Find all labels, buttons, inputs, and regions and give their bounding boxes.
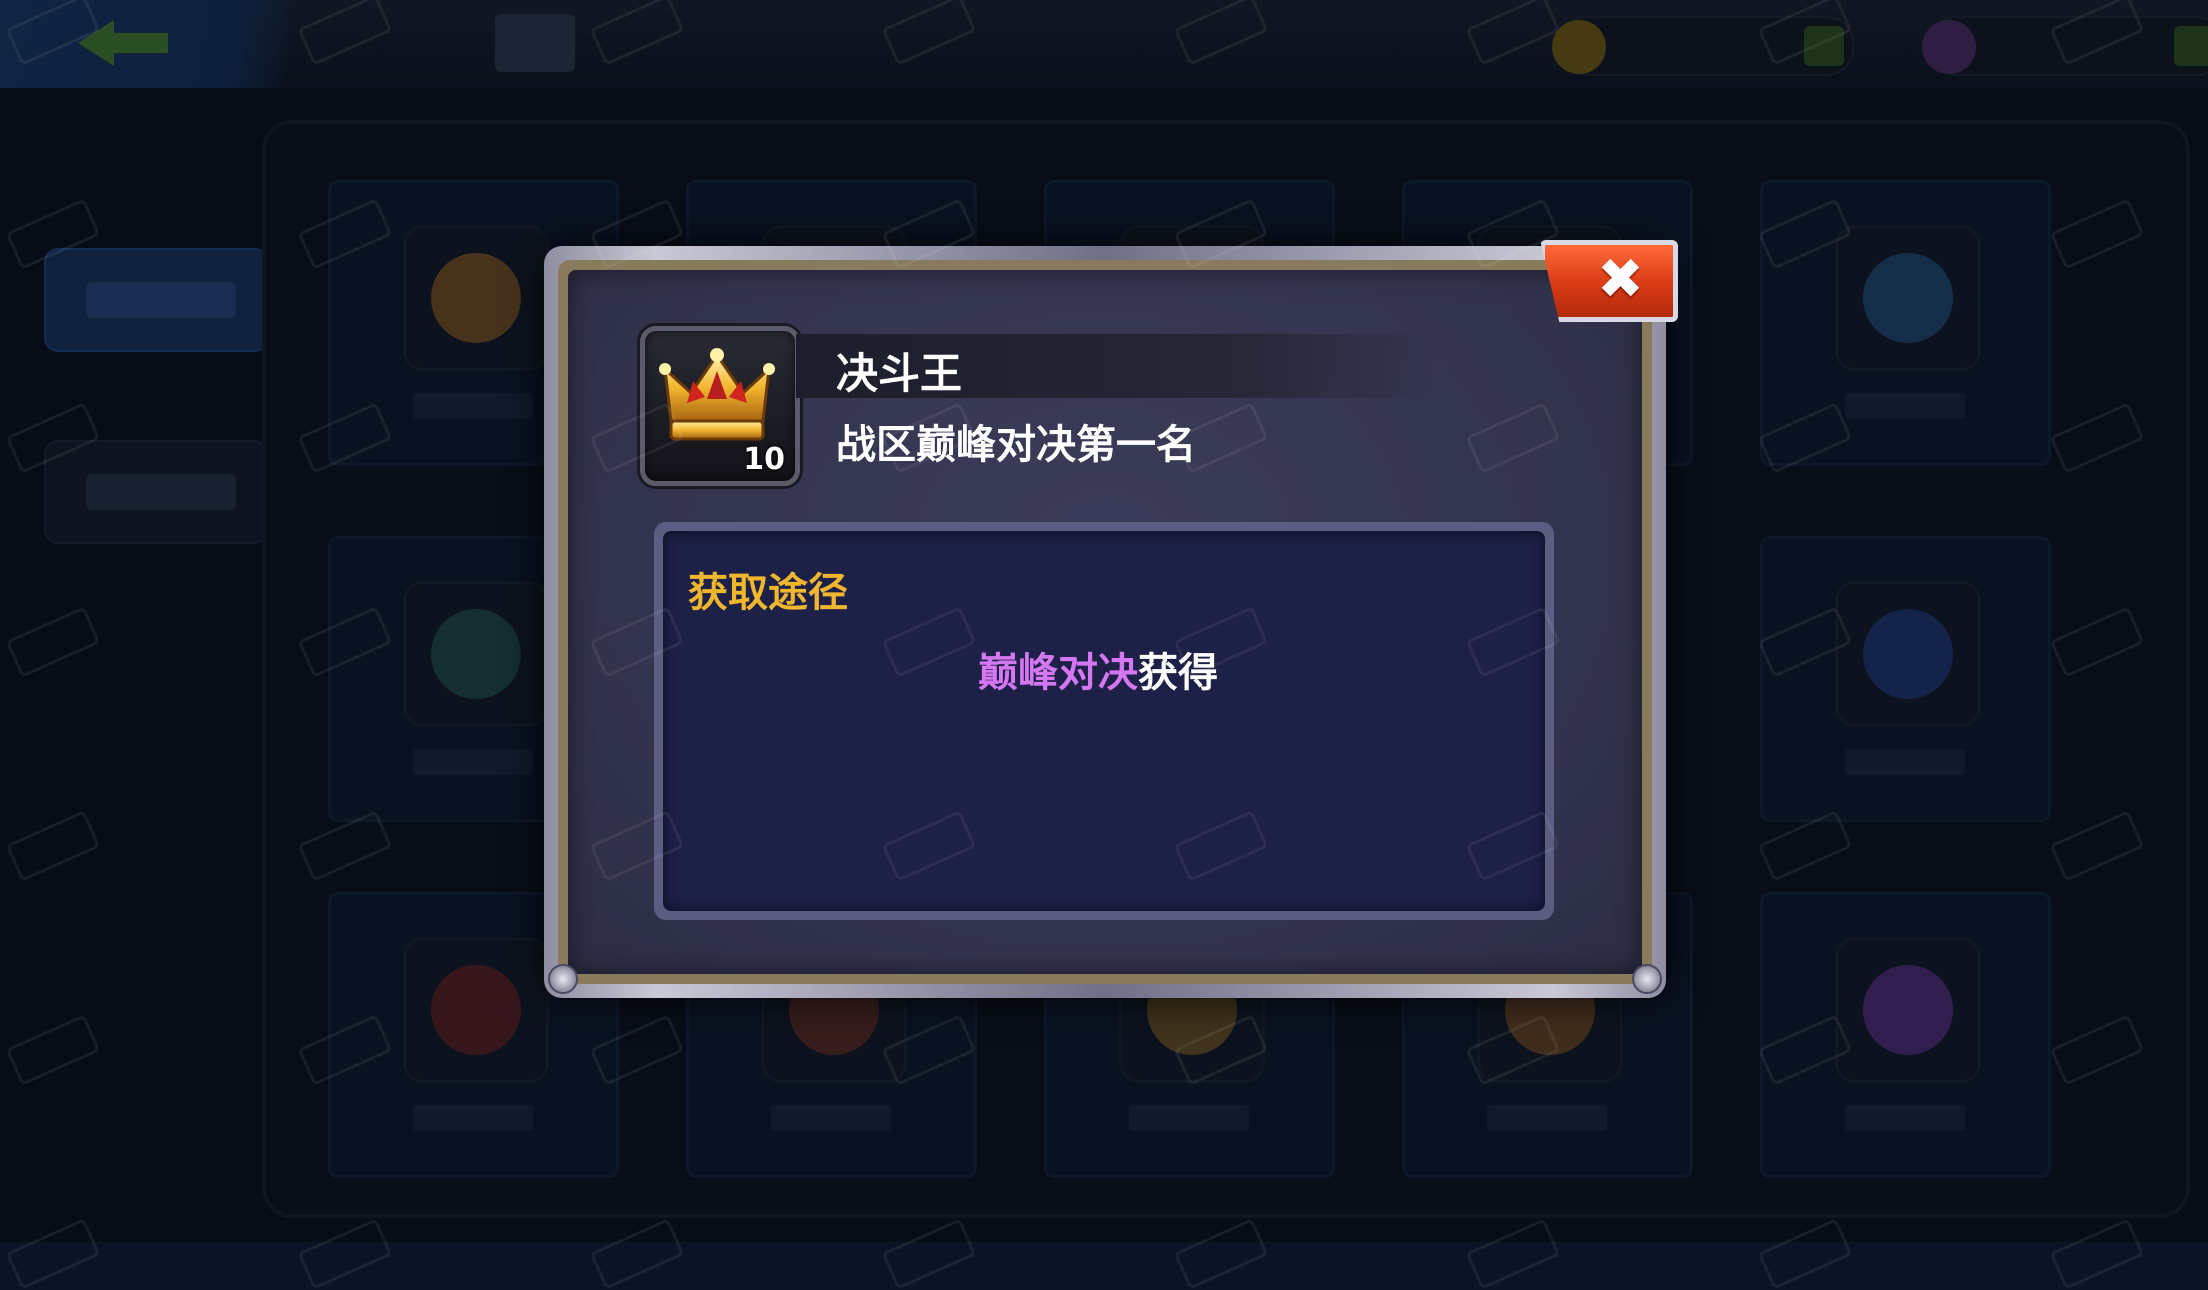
close-button[interactable]: ✖ — [1540, 240, 1678, 322]
source-suffix: 获得 — [1138, 650, 1218, 696]
crown-icon — [659, 348, 775, 441]
corner-bolt-icon — [1632, 964, 1662, 994]
close-icon: ✖ — [1597, 247, 1644, 312]
item-name: 决斗王 — [836, 349, 963, 398]
source-link[interactable]: 巅峰对决 — [978, 650, 1138, 696]
item-badge: 10 — [640, 326, 800, 486]
corner-bolt-icon — [548, 964, 578, 994]
source-section-title: 获取途径 — [688, 570, 848, 616]
source-entry: 巅峰对决获得 — [978, 640, 1218, 698]
item-description: 战区巅峰对决第一名 — [836, 422, 1196, 468]
badge-level: 10 — [743, 442, 785, 477]
